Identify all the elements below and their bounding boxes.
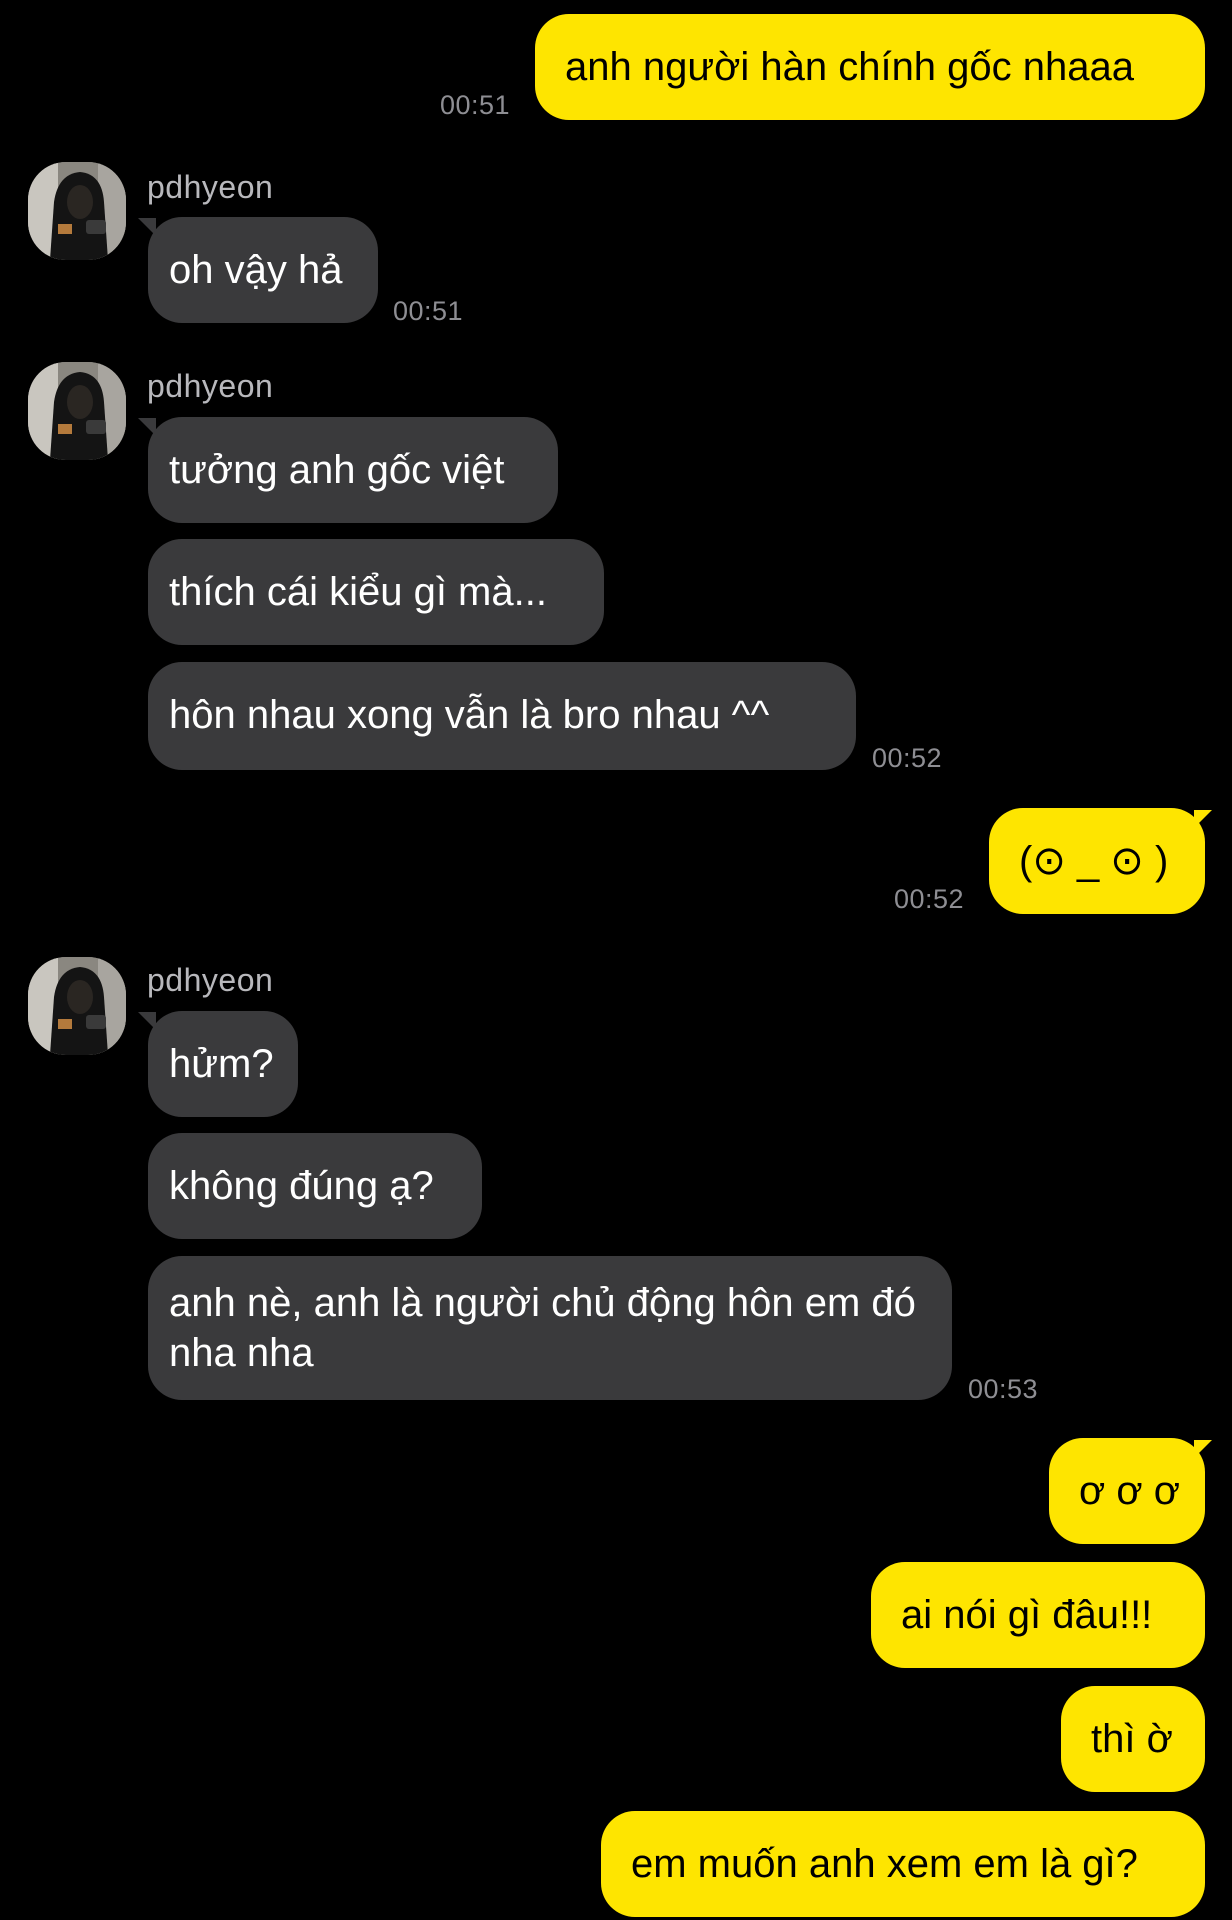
sender-name: pdhyeon [147,169,274,205]
message-bubble-incoming[interactable]: hửm? [148,1011,298,1117]
profile-photo-avatar [28,162,126,260]
message-text: hửm? [169,1042,274,1086]
message-text: ơ ơ ơ [1079,1469,1180,1513]
avatar[interactable] [28,362,126,460]
message-text: anh nè, anh là người chủ động hôn em đó … [169,1281,916,1375]
message-timestamp: 00:51 [440,90,511,120]
message-text: thích cái kiểu gì mà... [169,570,547,614]
message-text: ai nói gì đâu!!! [901,1593,1153,1637]
message-timestamp: 00:52 [872,743,943,773]
message-text: anh người hàn chính gốc nhaaa [565,45,1135,89]
message-bubble-incoming[interactable]: anh nè, anh là người chủ động hôn em đó … [148,1256,952,1400]
message-bubble-outgoing[interactable]: (⊙ _ ⊙ ) [989,808,1205,914]
message-text: không đúng ạ? [169,1164,434,1208]
message-timestamp: 00:51 [393,296,464,326]
message-bubble-outgoing[interactable]: thì ờ [1061,1686,1205,1792]
message-bubble-incoming[interactable]: tưởng anh gốc việt [148,417,558,523]
message-bubble-incoming[interactable]: oh vậy hả [148,217,378,323]
sender-name: pdhyeon [147,368,274,404]
avatar[interactable] [28,957,126,1055]
message-text: thì ờ [1091,1717,1173,1761]
message-text: hôn nhau xong vẫn là bro nhau ^^ [169,693,770,737]
message-bubble-incoming[interactable]: thích cái kiểu gì mà... [148,539,604,645]
message-bubble-incoming[interactable]: hôn nhau xong vẫn là bro nhau ^^ [148,662,856,770]
message-bubble-outgoing[interactable]: ai nói gì đâu!!! [871,1562,1205,1668]
message-text: oh vậy hả [169,248,343,292]
sender-name: pdhyeon [147,962,274,998]
message-timestamp: 00:52 [894,884,965,914]
chat-thread[interactable]: anh người hàn chính gốc nhaaa 00:51 pdhy… [0,0,1232,1920]
message-text: tưởng anh gốc việt [169,448,505,492]
message-bubble-outgoing[interactable]: ơ ơ ơ [1049,1438,1205,1544]
message-text: em muốn anh xem em là gì? [631,1842,1138,1886]
avatar[interactable] [28,162,126,260]
message-text: (⊙ _ ⊙ ) [1019,839,1169,883]
message-bubble-outgoing[interactable]: anh người hàn chính gốc nhaaa [535,14,1205,120]
message-timestamp: 00:53 [968,1374,1039,1404]
message-bubble-incoming[interactable]: không đúng ạ? [148,1133,482,1239]
profile-photo-avatar [28,957,126,1055]
profile-photo-avatar [28,362,126,460]
message-bubble-outgoing[interactable]: em muốn anh xem em là gì? [601,1811,1205,1917]
